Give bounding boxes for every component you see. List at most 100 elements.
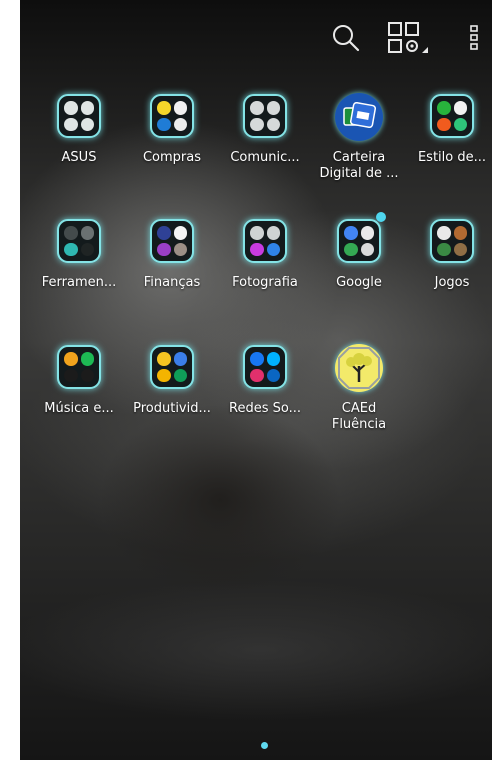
folder-mini-app-icon <box>80 101 94 115</box>
folder-mini-app-icon <box>250 368 264 382</box>
folder-frame <box>150 345 194 389</box>
notification-badge <box>376 212 386 222</box>
folder-mini-app-icon <box>437 117 451 131</box>
folder-mini-app-icon <box>157 368 171 382</box>
folder-mini-app-icon <box>250 242 264 256</box>
folder-mini-app-icon <box>344 242 358 256</box>
app-label: ASUS <box>61 150 97 165</box>
folder-mini-app-icon <box>437 101 451 115</box>
folder-mini-app-icon <box>157 117 171 131</box>
app-label: Finanças <box>143 275 201 290</box>
home-screen: ASUS Compras Comunic... Carteira Digital de … <box>20 0 492 760</box>
search-icon[interactable] <box>331 23 361 53</box>
folder-icon <box>54 218 104 268</box>
folder-icon <box>240 93 290 143</box>
folder-mini-app-icon <box>80 117 94 131</box>
folder-mini-app-icon <box>64 242 78 256</box>
folder-mini-app-icon <box>80 226 94 240</box>
app-label: Comunic... <box>230 150 300 165</box>
folder-mini-app-icon <box>157 242 171 256</box>
folder-frame <box>150 219 194 263</box>
folder-mini-app-icon <box>266 242 280 256</box>
folder-mini-app-icon <box>250 117 264 131</box>
folder-mini-app-icon <box>64 117 78 131</box>
app-label: Jogos <box>434 275 470 290</box>
app-folder-ferramen[interactable]: Ferramen... <box>32 218 126 291</box>
page-indicator-dot[interactable] <box>261 742 268 749</box>
app-folder-finanças[interactable]: Finanças <box>125 218 219 291</box>
app-icon-caed-fluência[interactable]: CAEd Fluência <box>312 344 406 433</box>
folder-mini-app-icon <box>266 352 280 366</box>
folder-frame <box>57 345 101 389</box>
folder-mini-app-icon <box>173 117 187 131</box>
app-folder-jogos[interactable]: Jogos <box>405 218 492 291</box>
app-folder-asus[interactable]: ASUS <box>32 93 126 166</box>
folder-mini-app-icon <box>80 242 94 256</box>
folder-mini-app-icon <box>250 352 264 366</box>
app-label: Compras <box>142 150 202 165</box>
folder-mini-app-icon <box>266 117 280 131</box>
app-label: Google <box>336 275 382 290</box>
folder-mini-app-icon <box>360 226 374 240</box>
folder-mini-app-icon <box>173 226 187 240</box>
app-label: Carteira Digital de ... <box>319 150 399 181</box>
folder-mini-app-icon <box>173 101 187 115</box>
folder-mini-app-icon <box>64 226 78 240</box>
folder-mini-app-icon <box>157 226 171 240</box>
folder-frame <box>430 94 474 138</box>
folder-mini-app-icon <box>266 368 280 382</box>
folder-mini-app-icon <box>157 101 171 115</box>
folder-frame <box>337 219 381 263</box>
folder-icon <box>427 218 477 268</box>
folder-icon <box>147 344 197 394</box>
folder-icon <box>54 344 104 394</box>
app-label: Fotografia <box>232 275 298 290</box>
app-folder-estilo-de[interactable]: Estilo de... <box>405 93 492 166</box>
folder-icon <box>427 93 477 143</box>
app-folder-google[interactable]: Google <box>312 212 406 291</box>
folder-mini-app-icon <box>173 242 187 256</box>
app-folder-fotografia[interactable]: Fotografia <box>218 218 312 291</box>
folder-icon <box>334 212 386 268</box>
wallet-card-icon <box>335 93 383 141</box>
app-folder-comunic[interactable]: Comunic... <box>218 93 312 166</box>
app-label: Ferramen... <box>41 275 117 290</box>
folder-mini-app-icon <box>453 226 467 240</box>
app-label: CAEd Fluência <box>331 401 387 432</box>
app-icon <box>334 344 384 394</box>
folder-icon <box>240 218 290 268</box>
folder-mini-app-icon <box>437 226 451 240</box>
folder-mini-app-icon <box>360 242 374 256</box>
app-folder-música-e[interactable]: Música e... <box>32 344 126 417</box>
folder-mini-app-icon <box>250 226 264 240</box>
folder-frame <box>243 94 287 138</box>
folder-mini-app-icon <box>453 101 467 115</box>
folder-mini-app-icon <box>64 101 78 115</box>
folder-mini-app-icon <box>173 368 187 382</box>
overflow-menu-icon[interactable] <box>468 24 480 52</box>
apps-settings-icon[interactable] <box>388 22 430 54</box>
folder-mini-app-icon <box>80 352 94 366</box>
folder-mini-app-icon <box>173 352 187 366</box>
folder-frame <box>243 219 287 263</box>
folder-mini-app-icon <box>344 226 358 240</box>
folder-frame <box>57 219 101 263</box>
app-label: Música e... <box>44 401 114 416</box>
folder-mini-app-icon <box>266 226 280 240</box>
app-icon-carteira-digital-de[interactable]: Carteira Digital de ... <box>312 93 406 182</box>
app-folder-produtivid[interactable]: Produtivid... <box>125 344 219 417</box>
folder-mini-app-icon <box>453 242 467 256</box>
folder-mini-app-icon <box>453 117 467 131</box>
app-label: Redes So... <box>229 401 301 416</box>
folder-mini-app-icon <box>266 101 280 115</box>
app-label: Estilo de... <box>417 150 487 165</box>
app-folder-redes-so[interactable]: Redes So... <box>218 344 312 417</box>
folder-mini-app-icon <box>250 101 264 115</box>
folder-frame <box>57 94 101 138</box>
app-label: Produtivid... <box>133 401 211 416</box>
folder-icon <box>147 93 197 143</box>
app-folder-compras[interactable]: Compras <box>125 93 219 166</box>
folder-mini-app-icon <box>437 242 451 256</box>
folder-mini-app-icon <box>157 352 171 366</box>
folder-frame <box>243 345 287 389</box>
